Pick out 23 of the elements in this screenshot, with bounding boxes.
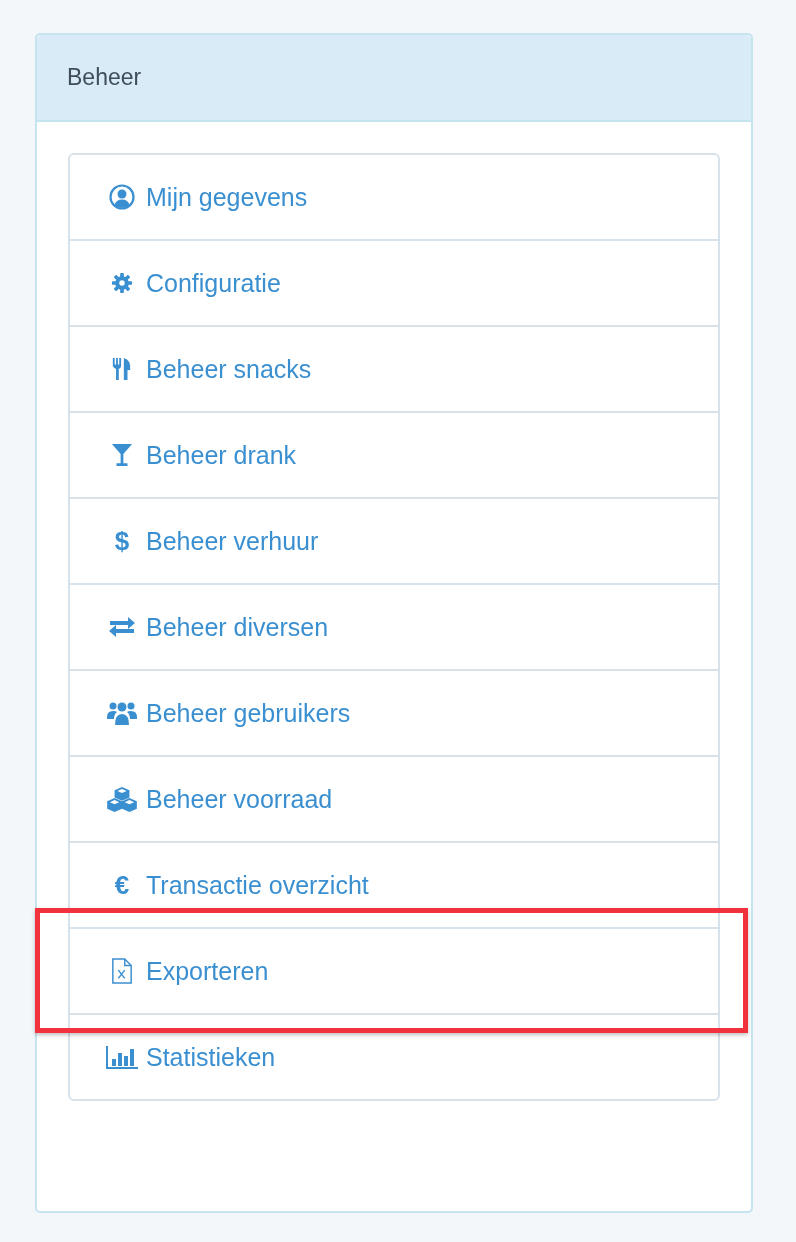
panel-title: Beheer xyxy=(67,64,142,91)
menu-item[interactable]: Beheer voorraad xyxy=(70,757,718,841)
menu-item[interactable]: Beheer gebruikers xyxy=(70,671,718,755)
menu-item[interactable]: $ Beheer verhuur xyxy=(70,499,718,583)
gear-icon xyxy=(111,272,133,294)
menu-item[interactable]: € Transactie overzicht xyxy=(70,843,718,927)
menu-item[interactable]: Statistieken xyxy=(70,1015,718,1099)
bar-chart-icon xyxy=(106,1045,138,1069)
cubes-icon xyxy=(106,786,138,812)
user-icon xyxy=(109,184,135,210)
menu-item[interactable]: Beheer drank xyxy=(70,413,718,497)
currency-icon: $ xyxy=(114,528,130,554)
menu-item[interactable]: Beheer diversen xyxy=(70,585,718,669)
menu-item[interactable]: Mijn gegevens xyxy=(70,155,718,239)
exchange-arrows-icon xyxy=(108,616,136,638)
cutlery-icon xyxy=(111,357,133,381)
menu-item[interactable]: Beheer snacks xyxy=(70,327,718,411)
spreadsheet-file-icon xyxy=(111,958,133,984)
currency-icon: € xyxy=(114,872,130,898)
menu-item[interactable]: Configuratie xyxy=(70,241,718,325)
menu-item[interactable]: Exporteren xyxy=(70,929,718,1013)
users-icon xyxy=(107,700,137,726)
cocktail-glass-icon xyxy=(111,443,133,467)
